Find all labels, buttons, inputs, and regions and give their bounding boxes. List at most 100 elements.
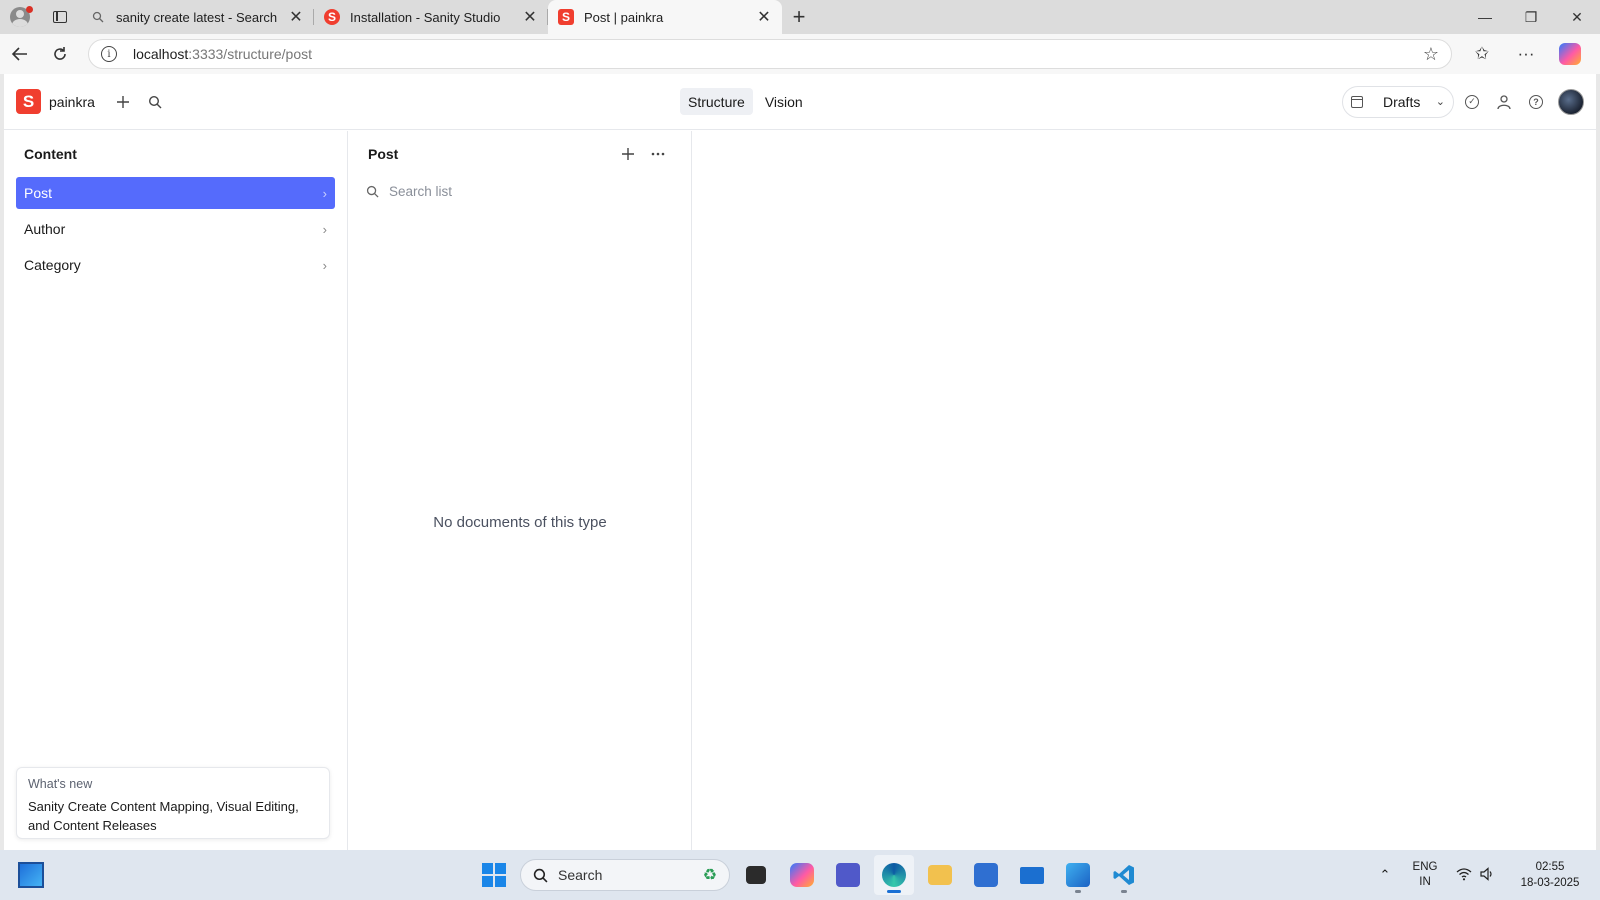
volume-icon	[1480, 866, 1494, 884]
taskbar-photos[interactable]	[1058, 855, 1098, 895]
address-bar-row: i localhost:3333/structure/post ☆ ✩ ···	[0, 34, 1600, 74]
teams-icon	[836, 863, 860, 887]
folder-icon	[928, 865, 952, 885]
search-list-input[interactable]: Search list	[360, 177, 679, 205]
mail-icon	[1020, 866, 1044, 884]
browser-tab-post[interactable]: S Post | painkra ✕	[548, 0, 782, 34]
sanity-studio: S painkra Structure Vision Drafts ⌄ ✓ ?	[4, 74, 1596, 850]
search-icon	[533, 868, 548, 882]
recycle-icon: ♻	[702, 867, 717, 884]
taskbar-store[interactable]	[966, 855, 1006, 895]
create-document-button[interactable]	[107, 86, 139, 118]
language-code: ENG	[1412, 861, 1438, 873]
tab-actions-button[interactable]	[40, 0, 80, 34]
tool-structure[interactable]: Structure	[680, 88, 753, 115]
start-button[interactable]	[474, 855, 514, 895]
project-name[interactable]: painkra	[49, 94, 95, 110]
favorites-icon[interactable]: ✩	[1460, 34, 1504, 74]
help-icon: ?	[1529, 94, 1543, 109]
profile-button[interactable]	[0, 0, 40, 34]
plus-icon	[622, 148, 634, 160]
show-hidden-icons-button[interactable]: ⌃	[1370, 867, 1400, 883]
plus-icon	[116, 95, 129, 108]
new-tab-button[interactable]: +	[782, 0, 816, 34]
clock[interactable]: 02:55 18-03-2025	[1500, 859, 1600, 891]
taskbar-teams[interactable]	[828, 855, 868, 895]
window-controls: — ❐ ✕	[1462, 0, 1600, 34]
content-item-category[interactable]: Category ›	[16, 249, 335, 281]
taskbar-file-explorer[interactable]	[920, 855, 960, 895]
windows-taskbar: Search ♻ ⌃ ENG IN 02:55 18-03-2025	[0, 850, 1600, 900]
users-icon	[1497, 94, 1511, 109]
tab-actions-icon	[53, 11, 67, 23]
tool-vision[interactable]: Vision	[757, 88, 811, 115]
content-item-label: Category	[24, 257, 81, 273]
close-tab-icon[interactable]: ✕	[288, 9, 304, 26]
search-button[interactable]	[139, 86, 171, 118]
list-pane-actions	[615, 141, 671, 167]
taskbar-vscode[interactable]	[1104, 855, 1144, 895]
region-code: IN	[1419, 876, 1431, 888]
content-item-author[interactable]: Author ›	[16, 213, 335, 245]
vscode-icon	[1113, 865, 1134, 885]
studio-navbar: S painkra Structure Vision Drafts ⌄ ✓ ?	[4, 74, 1596, 130]
browser-tab-search[interactable]: sanity create latest - Search ✕	[80, 0, 314, 34]
navbar-right: Drafts ⌄ ✓ ?	[1342, 85, 1584, 118]
restore-icon[interactable]: ❐	[1508, 0, 1554, 34]
taskbar-edge[interactable]	[874, 855, 914, 895]
help-button[interactable]: ?	[1522, 88, 1550, 116]
reload-button[interactable]	[40, 34, 80, 74]
url-field[interactable]: i localhost:3333/structure/post ☆	[88, 39, 1452, 69]
search-list-placeholder: Search list	[389, 183, 453, 199]
language-indicator[interactable]: ENG IN	[1400, 860, 1450, 890]
more-options-icon[interactable]: ···	[1504, 34, 1548, 74]
store-icon	[974, 863, 998, 887]
release-selector[interactable]: Drafts ⌄	[1342, 85, 1454, 118]
url-host: localhost	[133, 46, 189, 62]
tab-title: Post | painkra	[584, 9, 664, 25]
browser-tab-installation[interactable]: S Installation - Sanity Studio ✕	[314, 0, 548, 34]
sanity-logo-icon: S	[558, 9, 574, 25]
favorite-star-icon[interactable]: ☆	[1423, 44, 1439, 65]
search-icon	[366, 185, 379, 198]
quick-settings[interactable]	[1450, 866, 1500, 884]
whats-new-label: What's new	[28, 777, 93, 791]
sanity-logo-icon[interactable]: S	[16, 89, 41, 114]
content-pane: Content Post › Author › Category › What'…	[4, 131, 348, 850]
back-button[interactable]	[0, 34, 40, 74]
list-menu-button[interactable]	[645, 141, 671, 167]
photos-icon	[1066, 863, 1090, 887]
presence-button[interactable]	[1490, 88, 1518, 116]
taskbar-mail[interactable]	[1012, 855, 1052, 895]
close-tab-icon[interactable]: ✕	[522, 9, 538, 26]
taskbar-task-view[interactable]	[736, 855, 776, 895]
search-icon	[90, 9, 106, 25]
minimize-icon[interactable]: —	[1462, 0, 1508, 34]
check-circle-icon: ✓	[1465, 94, 1479, 109]
content-item-post[interactable]: Post ›	[16, 177, 335, 209]
taskbar-search[interactable]: Search ♻	[520, 859, 730, 891]
release-selector-label: Drafts	[1383, 93, 1421, 110]
close-window-icon[interactable]: ✕	[1554, 0, 1600, 34]
clock-date: 18-03-2025	[1520, 877, 1580, 889]
calendar-icon	[1351, 95, 1363, 108]
user-avatar[interactable]	[1558, 88, 1584, 115]
list-pane-title: Post	[368, 146, 399, 162]
copilot-button[interactable]	[1548, 34, 1592, 74]
chevron-right-icon: ›	[322, 185, 327, 201]
wifi-icon	[1456, 867, 1472, 884]
chevron-right-icon: ›	[322, 221, 327, 237]
widgets-icon[interactable]	[18, 862, 44, 888]
tab-title: sanity create latest - Search	[116, 9, 278, 25]
site-info-icon[interactable]: i	[101, 46, 117, 62]
copilot-icon	[1559, 43, 1581, 65]
content-item-label: Post	[24, 185, 53, 201]
url-path: :3333/structure/post	[188, 46, 313, 62]
reload-icon	[54, 47, 66, 60]
edge-icon	[882, 863, 906, 887]
create-post-button[interactable]	[615, 141, 641, 167]
taskbar-copilot[interactable]	[782, 855, 822, 895]
whats-new-card[interactable]: What's new Sanity Create Content Mapping…	[16, 767, 330, 839]
close-tab-icon[interactable]: ✕	[756, 9, 772, 26]
tasks-button[interactable]: ✓	[1458, 88, 1486, 116]
